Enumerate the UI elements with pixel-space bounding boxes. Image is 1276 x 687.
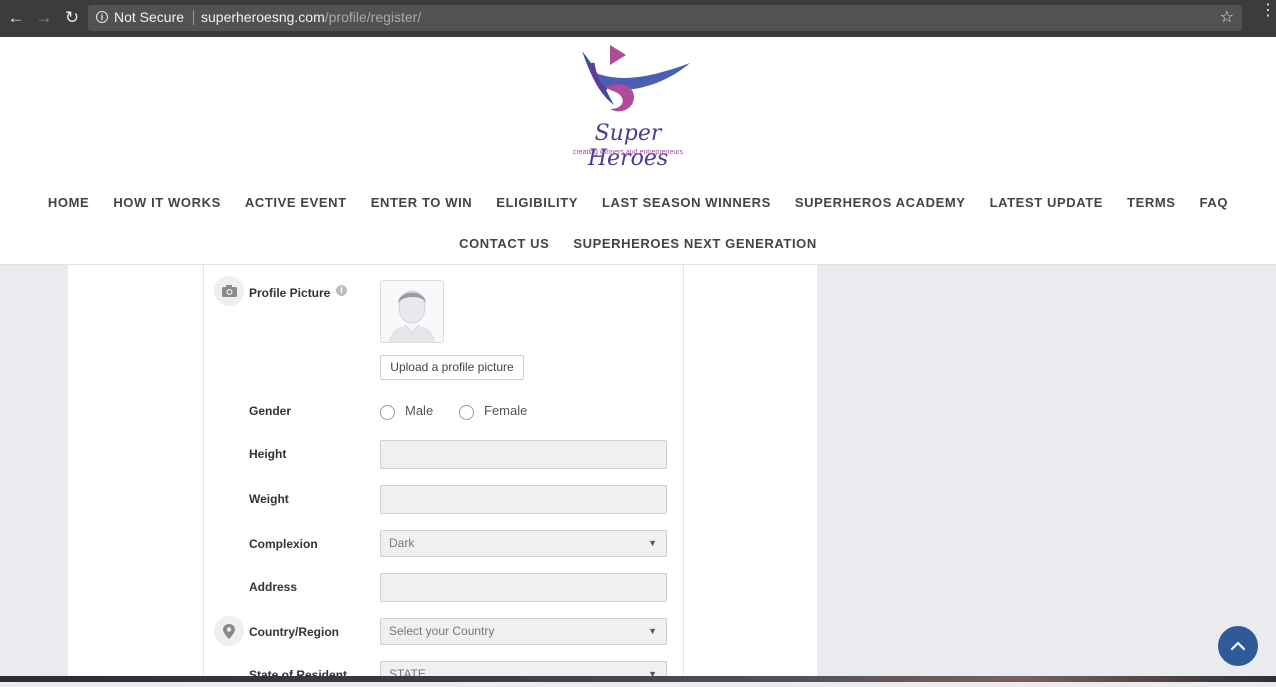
site-header: Super Heroes creating winners and entrep…	[0, 37, 1276, 265]
info-icon[interactable]: i	[96, 11, 108, 23]
back-icon[interactable]: ←	[6, 8, 26, 28]
bookmark-star-icon[interactable]: ☆	[1220, 7, 1234, 27]
address-bar[interactable]: i Not Secure superheroesng.com/profile/r…	[88, 5, 1242, 31]
logo-mark-icon	[582, 45, 690, 112]
country-placeholder: Select your Country	[389, 624, 495, 638]
country-label: Country/Region	[249, 625, 339, 639]
url-path: /profile/register/	[324, 9, 422, 25]
logo-title: Super Heroes	[587, 121, 669, 171]
back-to-top-button[interactable]	[1218, 626, 1258, 666]
complexion-label: Complexion	[249, 537, 318, 551]
nav-latest-update[interactable]: LATEST UPDATE	[990, 195, 1103, 210]
nav-faq[interactable]: FAQ	[1200, 195, 1229, 210]
desktop-strip	[0, 676, 1276, 682]
nav-home[interactable]: HOME	[48, 195, 89, 210]
address-label: Address	[249, 580, 298, 594]
main-nav-row-2: CONTACT US SUPERHEROES NEXT GENERATION	[0, 236, 1276, 251]
chevron-up-icon	[1230, 641, 1246, 651]
gender-female-label[interactable]: Female	[484, 403, 527, 418]
main-nav-row-1: HOME HOW IT WORKS ACTIVE EVENT ENTER TO …	[0, 195, 1276, 210]
address-input[interactable]	[380, 573, 667, 602]
info-tooltip-icon[interactable]: i	[336, 285, 347, 296]
avatar-placeholder	[380, 280, 444, 343]
nav-superheroes-next-generation[interactable]: SUPERHEROES NEXT GENERATION	[573, 236, 817, 251]
url-text[interactable]: superheroesng.com/profile/register/	[201, 9, 421, 25]
nav-how-it-works[interactable]: HOW IT WORKS	[113, 195, 221, 210]
height-label: Height	[249, 447, 287, 461]
security-label: Not Secure	[114, 9, 185, 25]
gender-male-radio[interactable]	[380, 405, 395, 420]
nav-eligibility[interactable]: ELIGIBILITY	[496, 195, 578, 210]
registration-form: Profile Picture i Upload a profile pictu…	[203, 265, 684, 682]
camera-icon	[214, 276, 244, 306]
nav-superheros-academy[interactable]: SUPERHEROS ACADEMY	[795, 195, 966, 210]
nav-last-season-winners[interactable]: LAST SEASON WINNERS	[602, 195, 771, 210]
browser-toolbar: ← → ↻ i Not Secure superheroesng.com/pro…	[0, 0, 1276, 37]
reload-icon[interactable]: ↻	[62, 8, 82, 28]
nav-contact-us[interactable]: CONTACT US	[459, 236, 549, 251]
weight-input[interactable]	[380, 485, 667, 514]
chevron-down-icon: ▼	[648, 669, 657, 679]
default-avatar-icon	[389, 290, 435, 342]
logo-tagline: creating winners and entrepreneurs	[572, 149, 684, 156]
country-select[interactable]: Select your Country ▼	[380, 618, 667, 645]
complexion-select[interactable]: Dark ▼	[380, 530, 667, 557]
chevron-down-icon: ▼	[648, 538, 657, 548]
weight-label: Weight	[249, 492, 289, 506]
gender-label: Gender	[249, 404, 292, 418]
nav-enter-to-win[interactable]: ENTER TO WIN	[371, 195, 473, 210]
nav-active-event[interactable]: ACTIVE EVENT	[245, 195, 347, 210]
site-logo[interactable]: Super Heroes creating winners and entrep…	[562, 43, 694, 171]
location-pin-icon	[214, 616, 244, 646]
complexion-value: Dark	[389, 536, 415, 550]
browser-menu-icon[interactable]: ⋮	[1260, 3, 1276, 19]
height-input[interactable]	[380, 440, 667, 469]
divider	[193, 10, 194, 25]
forward-icon[interactable]: →	[34, 8, 54, 28]
gender-male-label[interactable]: Male	[405, 403, 433, 418]
page-content: Profile Picture i Upload a profile pictu…	[68, 265, 817, 682]
profile-picture-label: Profile Picture	[249, 286, 331, 300]
gender-female-radio[interactable]	[459, 405, 474, 420]
nav-terms[interactable]: TERMS	[1127, 195, 1176, 210]
chevron-down-icon: ▼	[648, 626, 657, 636]
url-host: superheroesng.com	[201, 9, 325, 25]
upload-profile-picture-button[interactable]: Upload a profile picture	[380, 355, 524, 380]
